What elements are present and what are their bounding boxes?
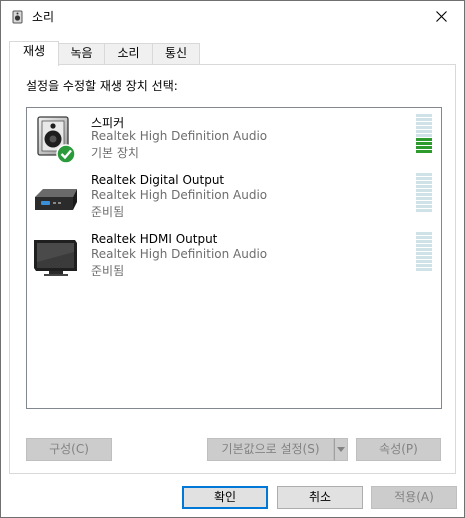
meter-segment bbox=[416, 189, 432, 192]
meter-segment bbox=[416, 248, 432, 251]
set-default-dropdown[interactable] bbox=[334, 438, 348, 461]
cancel-button[interactable]: 취소 bbox=[277, 486, 363, 509]
volume-meter bbox=[416, 232, 432, 271]
device-item-speakers[interactable]: 스피커 Realtek High Definition Audio 기본 장치 bbox=[27, 110, 441, 168]
speaker-icon bbox=[12, 10, 23, 24]
meter-segment bbox=[416, 146, 432, 149]
sound-dialog: 소리 재생 녹음 소리 통신 설정을 수정할 재생 장치 선택: 스피커 Rea… bbox=[0, 0, 465, 518]
device-description: Realtek High Definition Audio bbox=[91, 247, 268, 261]
meter-segment bbox=[416, 205, 432, 208]
meter-segment bbox=[416, 244, 432, 247]
title-bar[interactable]: 소리 bbox=[1, 1, 464, 32]
tab-label: 소리 bbox=[117, 46, 140, 60]
volume-meter bbox=[416, 173, 432, 212]
device-item-hdmi-output[interactable]: Realtek HDMI Output Realtek High Definit… bbox=[27, 228, 441, 286]
tab-sounds[interactable]: 소리 bbox=[104, 43, 153, 64]
speaker-icon bbox=[37, 116, 76, 164]
volume-meter bbox=[416, 114, 432, 153]
playback-panel: 설정을 수정할 재생 장치 선택: 스피커 Realtek High Defin… bbox=[9, 64, 456, 474]
window-title: 소리 bbox=[32, 10, 55, 24]
meter-segment bbox=[416, 185, 432, 188]
meter-segment bbox=[416, 142, 432, 145]
tab-label: 재생 bbox=[22, 44, 46, 58]
meter-segment bbox=[416, 260, 432, 263]
meter-segment bbox=[416, 236, 432, 239]
device-status: 기본 장치 bbox=[91, 146, 139, 160]
monitor-icon bbox=[34, 240, 77, 276]
meter-segment bbox=[416, 268, 432, 271]
ok-button[interactable]: 확인 bbox=[182, 486, 268, 509]
meter-segment bbox=[416, 256, 432, 259]
meter-segment bbox=[416, 118, 432, 121]
chevron-down-icon bbox=[337, 447, 345, 452]
meter-segment bbox=[416, 264, 432, 267]
meter-segment bbox=[416, 138, 432, 141]
device-name: Realtek HDMI Output bbox=[91, 232, 218, 246]
meter-segment bbox=[416, 201, 432, 204]
digital-output-icon bbox=[35, 189, 77, 210]
meter-segment bbox=[416, 122, 432, 125]
configure-button[interactable]: 구성(C) bbox=[26, 438, 112, 461]
device-item-digital-output[interactable]: Realtek Digital Output Realtek High Defi… bbox=[27, 169, 441, 227]
meter-segment bbox=[416, 150, 432, 153]
meter-segment bbox=[416, 126, 432, 129]
device-status: 준비됨 bbox=[91, 264, 125, 278]
apply-button[interactable]: 적용(A) bbox=[371, 486, 457, 509]
set-default-button[interactable]: 기본값으로 설정(S) bbox=[207, 438, 334, 461]
device-description: Realtek High Definition Audio bbox=[91, 129, 268, 143]
meter-segment bbox=[416, 209, 432, 212]
meter-segment bbox=[416, 252, 432, 255]
instruction-label: 설정을 수정할 재생 장치 선택: bbox=[26, 79, 178, 93]
device-list[interactable]: 스피커 Realtek High Definition Audio 기본 장치 … bbox=[26, 107, 442, 409]
meter-segment bbox=[416, 193, 432, 196]
device-name: Realtek Digital Output bbox=[91, 173, 225, 187]
meter-segment bbox=[416, 197, 432, 200]
properties-button[interactable]: 속성(P) bbox=[356, 438, 441, 461]
meter-segment bbox=[416, 240, 432, 243]
default-check-badge bbox=[56, 144, 76, 164]
meter-segment bbox=[416, 181, 432, 184]
meter-segment bbox=[416, 130, 432, 133]
device-status: 준비됨 bbox=[91, 205, 125, 219]
meter-segment bbox=[416, 114, 432, 117]
tab-label: 통신 bbox=[164, 46, 188, 60]
tab-label: 녹음 bbox=[70, 46, 93, 60]
meter-segment bbox=[416, 232, 432, 235]
close-icon bbox=[435, 10, 447, 22]
tab-communications[interactable]: 통신 bbox=[152, 43, 200, 64]
tab-playback[interactable]: 재생 bbox=[9, 41, 59, 66]
close-button[interactable] bbox=[418, 1, 464, 31]
meter-segment bbox=[416, 177, 432, 180]
tab-recording[interactable]: 녹음 bbox=[58, 43, 105, 64]
meter-segment bbox=[416, 134, 432, 137]
meter-segment bbox=[416, 173, 432, 176]
device-description: Realtek High Definition Audio bbox=[91, 188, 268, 202]
